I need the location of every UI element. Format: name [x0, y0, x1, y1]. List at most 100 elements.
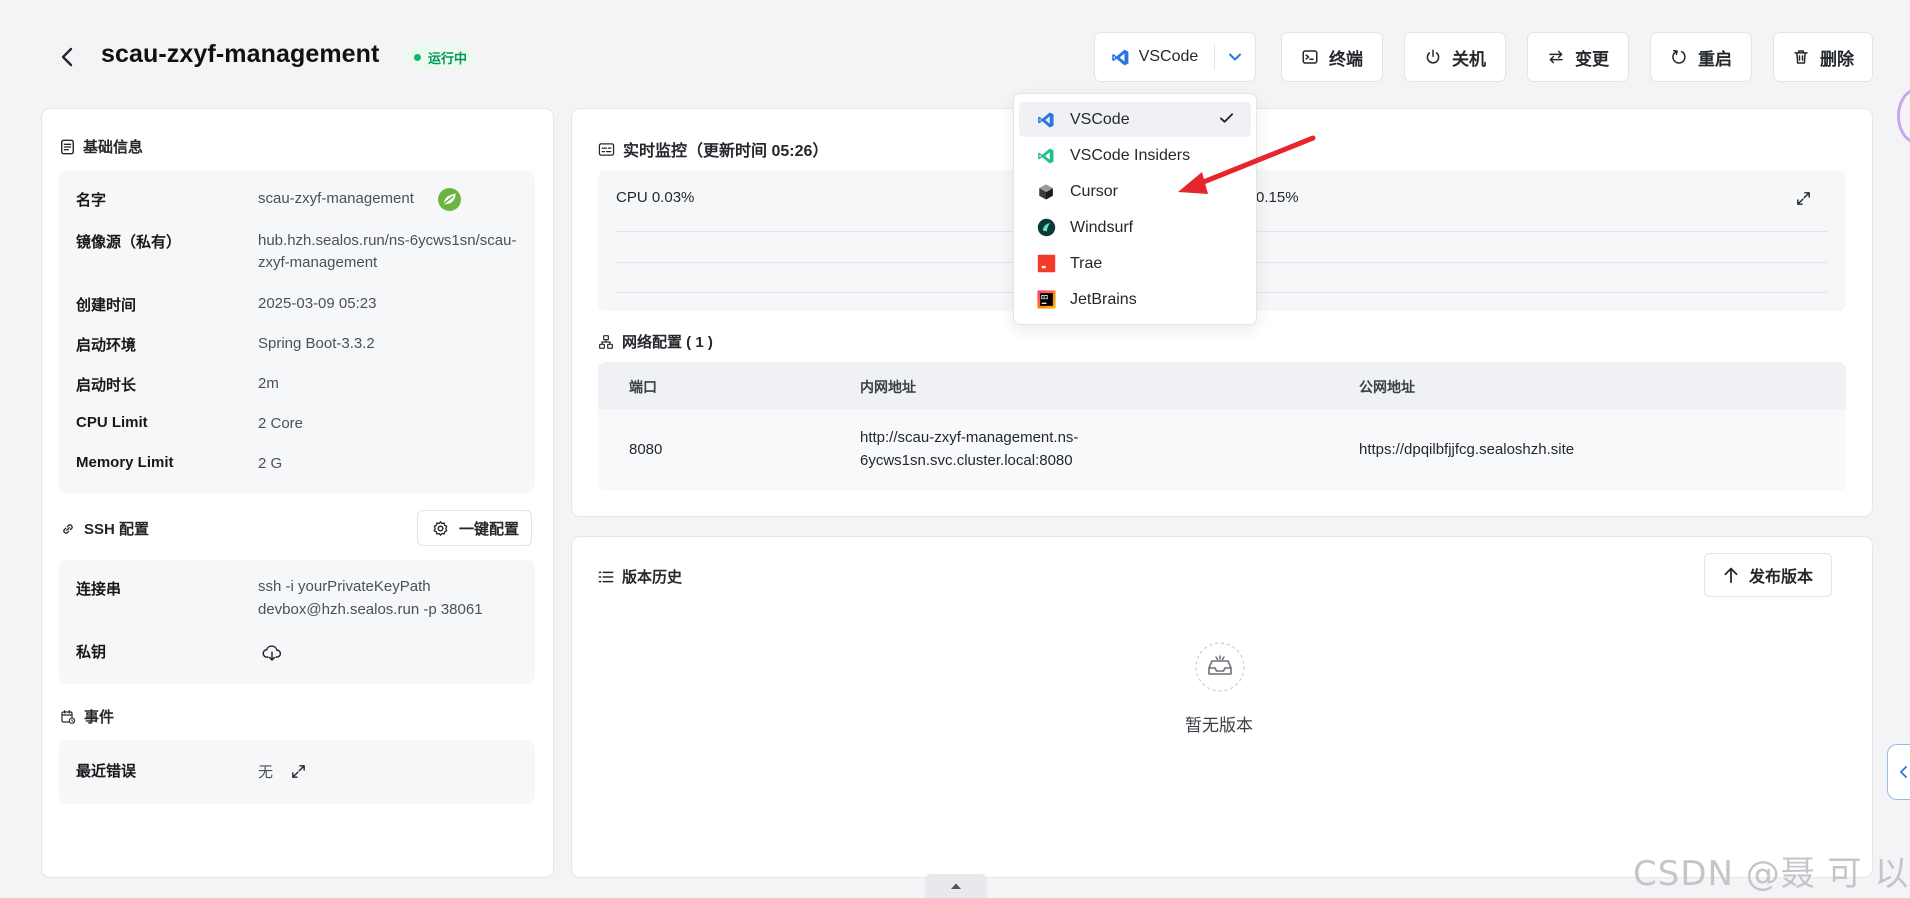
info-label-name: 名字: [76, 192, 107, 209]
shutdown-button[interactable]: 关机: [1404, 32, 1506, 82]
info-label-uptime: 启动时长: [76, 377, 137, 394]
menu-item-trae[interactable]: Trae: [1019, 246, 1251, 281]
ssh-conn-label: 连接串: [76, 581, 122, 598]
arrow-up-icon: [1724, 567, 1738, 584]
publish-version-button[interactable]: 发布版本: [1704, 553, 1833, 597]
monitor-title: 实时监控（更新时间 05:26）: [598, 137, 828, 161]
info-value-runtime: Spring Boot-3.3.2: [258, 335, 375, 352]
menu-item-label: JetBrains: [1070, 290, 1137, 308]
floating-assistant-icon[interactable]: [1897, 88, 1910, 144]
info-label-created: 创建时间: [76, 297, 137, 314]
network-icon: [599, 334, 613, 349]
expand-icon: [292, 765, 305, 778]
column-header-internal: 内网地址: [860, 379, 916, 395]
list-icon: [598, 571, 614, 582]
events-title: 事件: [60, 706, 114, 727]
annotation-arrow-icon: [1170, 132, 1320, 202]
windsurf-icon: [1036, 218, 1056, 238]
table-row: [598, 409, 1846, 491]
check-icon: [1219, 112, 1234, 124]
cell-internal-line2[interactable]: 6ycws1sn.svc.cluster.local:8080: [860, 449, 1073, 472]
one-click-config-button[interactable]: 一键配置: [417, 510, 533, 546]
empty-inbox-icon: [1195, 642, 1245, 692]
swap-icon: [1549, 50, 1563, 64]
version-history-title: 版本历史: [598, 566, 682, 587]
cloud-download-icon: [262, 645, 282, 661]
cell-port: 8080: [629, 441, 663, 458]
ide-dropdown-toggle[interactable]: [1215, 33, 1255, 81]
status-text: 运行中: [428, 50, 468, 66]
network-title: 网络配置 ( 1 ): [598, 331, 713, 352]
info-label-runtime: 启动环境: [76, 337, 137, 354]
menu-item-label: Cursor: [1070, 182, 1119, 200]
menu-item-label: Windsurf: [1070, 218, 1134, 236]
info-value-uptime: 2m: [258, 375, 279, 392]
watermark: CSDN @聂 可 以: [1633, 854, 1910, 894]
chevron-down-icon: [1229, 53, 1241, 61]
terminal-button[interactable]: 终端: [1281, 32, 1383, 82]
menu-item-jetbrains[interactable]: JetBrains: [1019, 282, 1251, 317]
empty-versions-text: 暂无版本: [1185, 716, 1253, 735]
info-value-image: hub.hzh.sealos.run/ns-6ycws1sn/scau-zxyf…: [258, 232, 517, 271]
info-label-memory-limit: Memory Limit: [76, 454, 174, 471]
delete-button[interactable]: 删除: [1773, 32, 1873, 82]
ssh-key-label: 私钥: [76, 644, 107, 661]
power-icon: [1426, 49, 1440, 64]
caret-up-icon: [951, 883, 961, 889]
shutdown-label: 关机: [1452, 49, 1486, 69]
network-table-header: [598, 362, 1846, 409]
expand-events-button[interactable]: [290, 763, 307, 780]
ssh-title: SSH 配置: [60, 518, 149, 539]
expand-icon: [1797, 192, 1810, 205]
info-label-cpu-limit: CPU Limit: [76, 414, 148, 431]
vscode-icon: [1036, 110, 1056, 130]
last-error-label: 最近错误: [76, 763, 137, 780]
spring-boot-icon: [437, 187, 462, 212]
bottom-panel-toggle[interactable]: [925, 874, 987, 898]
monitor-settings-icon: [598, 142, 615, 156]
restart-icon: [1672, 49, 1686, 64]
download-key-button[interactable]: [262, 644, 282, 662]
restart-label: 重启: [1698, 49, 1732, 69]
change-label: 变更: [1575, 49, 1609, 69]
calendar-icon: [61, 709, 76, 724]
open-ide-button[interactable]: VSCode: [1095, 33, 1214, 81]
ssh-conn-line2[interactable]: devbox@hzh.sealos.run -p 38061: [258, 599, 483, 621]
info-value-memory-limit: 2 G: [258, 455, 283, 472]
status-dot: [414, 53, 421, 61]
cursor-icon: [1036, 182, 1056, 202]
delete-label: 删除: [1820, 49, 1854, 69]
info-label-image: 镜像源（私有）: [76, 234, 182, 251]
gear-icon: [433, 520, 448, 536]
expand-monitor-button[interactable]: [1795, 190, 1812, 207]
cell-public-url[interactable]: https://dpqilbfjjfcg.sealoshzh.site: [1359, 438, 1574, 461]
restart-button[interactable]: 重启: [1650, 32, 1752, 82]
last-error-value: 无: [258, 764, 274, 781]
ide-selected-label: VSCode: [1138, 48, 1199, 65]
trae-icon: [1036, 254, 1056, 274]
side-panel-toggle[interactable]: [1887, 744, 1910, 800]
trash-icon: [1794, 50, 1808, 64]
version-history-card: [571, 536, 1873, 878]
ide-split-button: VSCode: [1094, 32, 1256, 82]
menu-item-label: Trae: [1070, 254, 1103, 272]
chevron-left-icon: [61, 47, 73, 67]
info-value-cpu-limit: 2 Core: [258, 415, 304, 432]
menu-item-windsurf[interactable]: Windsurf: [1019, 210, 1251, 245]
terminal-icon: [1302, 50, 1318, 64]
info-value-created: 2025-03-09 05:23: [258, 295, 377, 312]
cpu-usage: CPU 0.03%: [616, 189, 695, 206]
column-header-port: 端口: [629, 379, 657, 395]
ide-dropdown-menu: VSCode VSCode Insiders Cursor Windsurf T…: [1013, 93, 1257, 325]
vscode-icon: [1111, 49, 1129, 65]
info-value-name: scau-zxyf-management: [258, 190, 414, 207]
link-icon: [63, 523, 73, 534]
change-button[interactable]: 变更: [1527, 32, 1629, 82]
back-button[interactable]: [52, 42, 82, 72]
menu-item-label: VSCode: [1070, 110, 1130, 128]
cell-internal-line1[interactable]: http://scau-zxyf-management.ns-: [860, 426, 1078, 449]
basic-info-panel: [59, 171, 535, 493]
chevron-left-icon: [1899, 766, 1907, 778]
terminal-label: 终端: [1329, 49, 1363, 69]
ssh-conn-line1[interactable]: ssh -i yourPrivateKeyPath: [258, 576, 431, 598]
